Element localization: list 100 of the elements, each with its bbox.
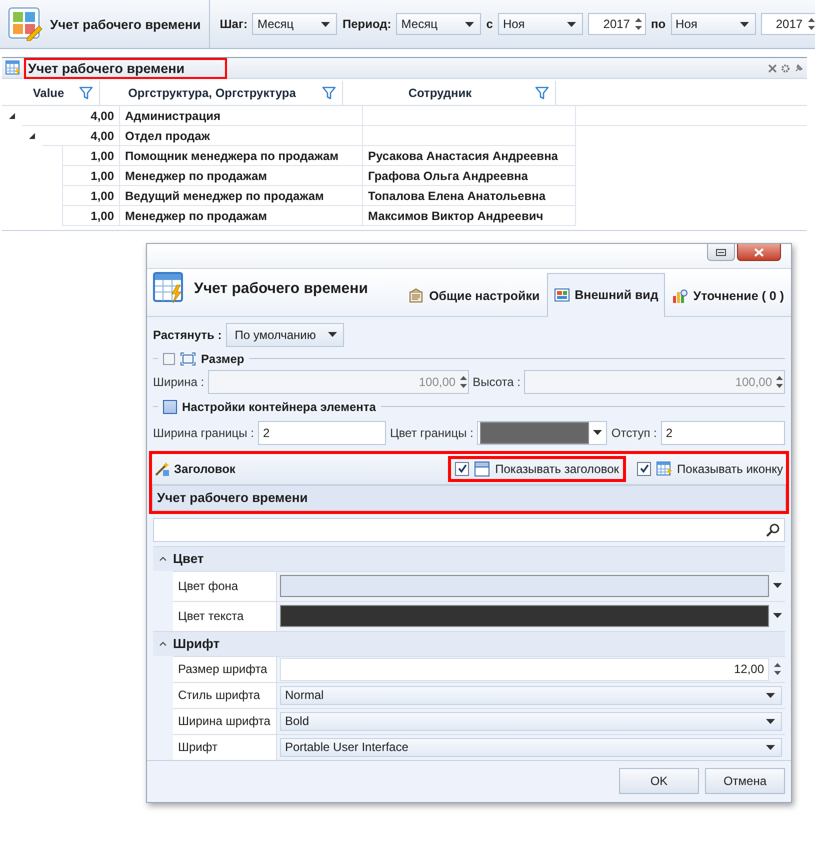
collapse-icon[interactable] [159, 641, 167, 646]
layout-icon [554, 287, 570, 304]
maximize-icon [716, 248, 726, 256]
caret-icon [773, 613, 782, 618]
group-header[interactable]: Цвет [153, 546, 785, 571]
field-label: по [650, 17, 666, 31]
color-swatch[interactable] [280, 604, 769, 627]
search-icon [766, 522, 780, 537]
spinner-field[interactable]: 2017 [760, 13, 815, 35]
table-cell: Отдел продаж [120, 126, 363, 146]
close-icon [754, 248, 764, 256]
caret-icon [766, 718, 775, 724]
field-label: Период: [342, 17, 392, 31]
number-field: 100,00 [524, 370, 785, 394]
dropdown[interactable]: Ноя [670, 13, 756, 35]
property-label: Шрифт [173, 734, 277, 760]
input-field[interactable]: 2 [258, 420, 386, 445]
checkbox[interactable] [163, 400, 177, 414]
column-header[interactable]: Value [2, 81, 100, 105]
collapse-icon[interactable] [159, 556, 167, 562]
column-header[interactable]: Сотрудник [343, 81, 556, 105]
filter-icon [535, 86, 549, 100]
caret-icon [566, 22, 576, 26]
checkbox[interactable] [637, 462, 652, 476]
table-cell: Помощник менеджера по продажам [120, 146, 363, 166]
expand-icon[interactable] [8, 112, 16, 120]
number-field[interactable]: 12,00 [280, 658, 769, 681]
tab[interactable]: Внешний вид [546, 272, 666, 317]
panel-title: Учет рабочего времени [24, 58, 227, 78]
tab[interactable]: Уточнение ( 0 ) [665, 274, 791, 317]
caret-icon [321, 22, 330, 26]
dropdown[interactable]: Normal [280, 686, 782, 705]
column-header[interactable]: Оргструктура, Оргструктура [100, 81, 343, 105]
color-swatch[interactable] [280, 574, 769, 597]
property-label: Ширина шрифта [173, 708, 277, 734]
chart-icon [672, 288, 688, 304]
table-cell: Менеджер по продажам [120, 166, 363, 186]
resize-icon [180, 352, 196, 366]
maximize-button[interactable] [707, 244, 735, 261]
dialog-button[interactable]: Отмена [705, 768, 785, 794]
color-dropdown[interactable] [477, 420, 608, 445]
tab[interactable]: Общие настройки [401, 274, 547, 317]
stretch-dropdown[interactable]: По умолчанию [226, 322, 344, 347]
table-cell: 4,00 [42, 126, 120, 146]
checkbox-label[interactable]: Показывать иконку [677, 462, 783, 476]
property-label: Размер шрифта [173, 656, 277, 682]
column-title: Сотрудник [407, 86, 473, 100]
dropdown[interactable]: Ноя [498, 13, 583, 35]
number-field: 100,00 [208, 370, 469, 394]
caret-icon [766, 744, 775, 750]
property-label: Цвет текста [173, 602, 277, 631]
caret-icon [328, 332, 337, 338]
dropdown[interactable]: Месяц [252, 13, 338, 35]
pin-icon[interactable] [794, 64, 803, 72]
group-header[interactable]: Шрифт [153, 630, 785, 656]
field-label: с [486, 17, 493, 31]
group-title: Цвет [173, 551, 204, 566]
check-icon [640, 464, 649, 474]
panel-icon [5, 60, 21, 76]
group-title: Шрифт [173, 636, 220, 652]
field-label: Ширина границы : [153, 426, 254, 440]
table-cell: Менеджер по продажам [120, 206, 363, 226]
property-label: Цвет фона [173, 572, 277, 601]
table-cell: 1,00 [62, 146, 120, 166]
caret-icon [740, 22, 749, 26]
dropdown[interactable]: Portable User Interface [280, 738, 782, 757]
dropdown[interactable]: Bold [280, 712, 782, 731]
expand-icon[interactable] [28, 132, 36, 140]
caret-icon [773, 583, 782, 588]
column-title: Оргструктура, Оргструктура [127, 86, 297, 100]
search-field[interactable] [153, 518, 785, 542]
table-cell: Русакова Анастасия Андреевна [363, 146, 576, 166]
field-label: Цвет границы : [390, 426, 474, 440]
group-title: Настройки контейнера элемента [182, 400, 376, 414]
app-icon [8, 7, 42, 41]
section-title: Заголовок [174, 462, 236, 476]
filter-icon [79, 86, 93, 100]
header-text: Учет рабочего времени [152, 484, 786, 511]
input-field[interactable]: 2 [660, 420, 785, 445]
close-button[interactable] [737, 244, 781, 261]
table-cell: 1,00 [62, 186, 120, 206]
field-label: Растянуть : [153, 328, 222, 342]
table-cell: Ведущий менеджер по продажам [120, 186, 363, 206]
dropdown[interactable]: Месяц [396, 13, 482, 35]
spinner-field[interactable]: 2017 [588, 13, 646, 35]
field-label: Шаг: [220, 17, 248, 31]
settings-icon[interactable] [781, 64, 790, 72]
field-label: Отступ : [611, 426, 657, 440]
property-label: Стиль шрифта [173, 682, 277, 708]
field-label: Ширина : [153, 374, 204, 389]
checkbox[interactable] [455, 462, 470, 476]
document-icon [408, 288, 424, 304]
caret-icon [766, 692, 775, 698]
table-icon [656, 460, 672, 477]
filter-icon [322, 86, 336, 100]
caret-icon [465, 22, 474, 26]
table-cell: 1,00 [62, 206, 120, 226]
toolbar-title: Учет рабочего времени [50, 16, 201, 32]
dialog-button[interactable]: OK [619, 768, 699, 794]
table-cell: Графова Ольга Андреевна [363, 166, 576, 186]
